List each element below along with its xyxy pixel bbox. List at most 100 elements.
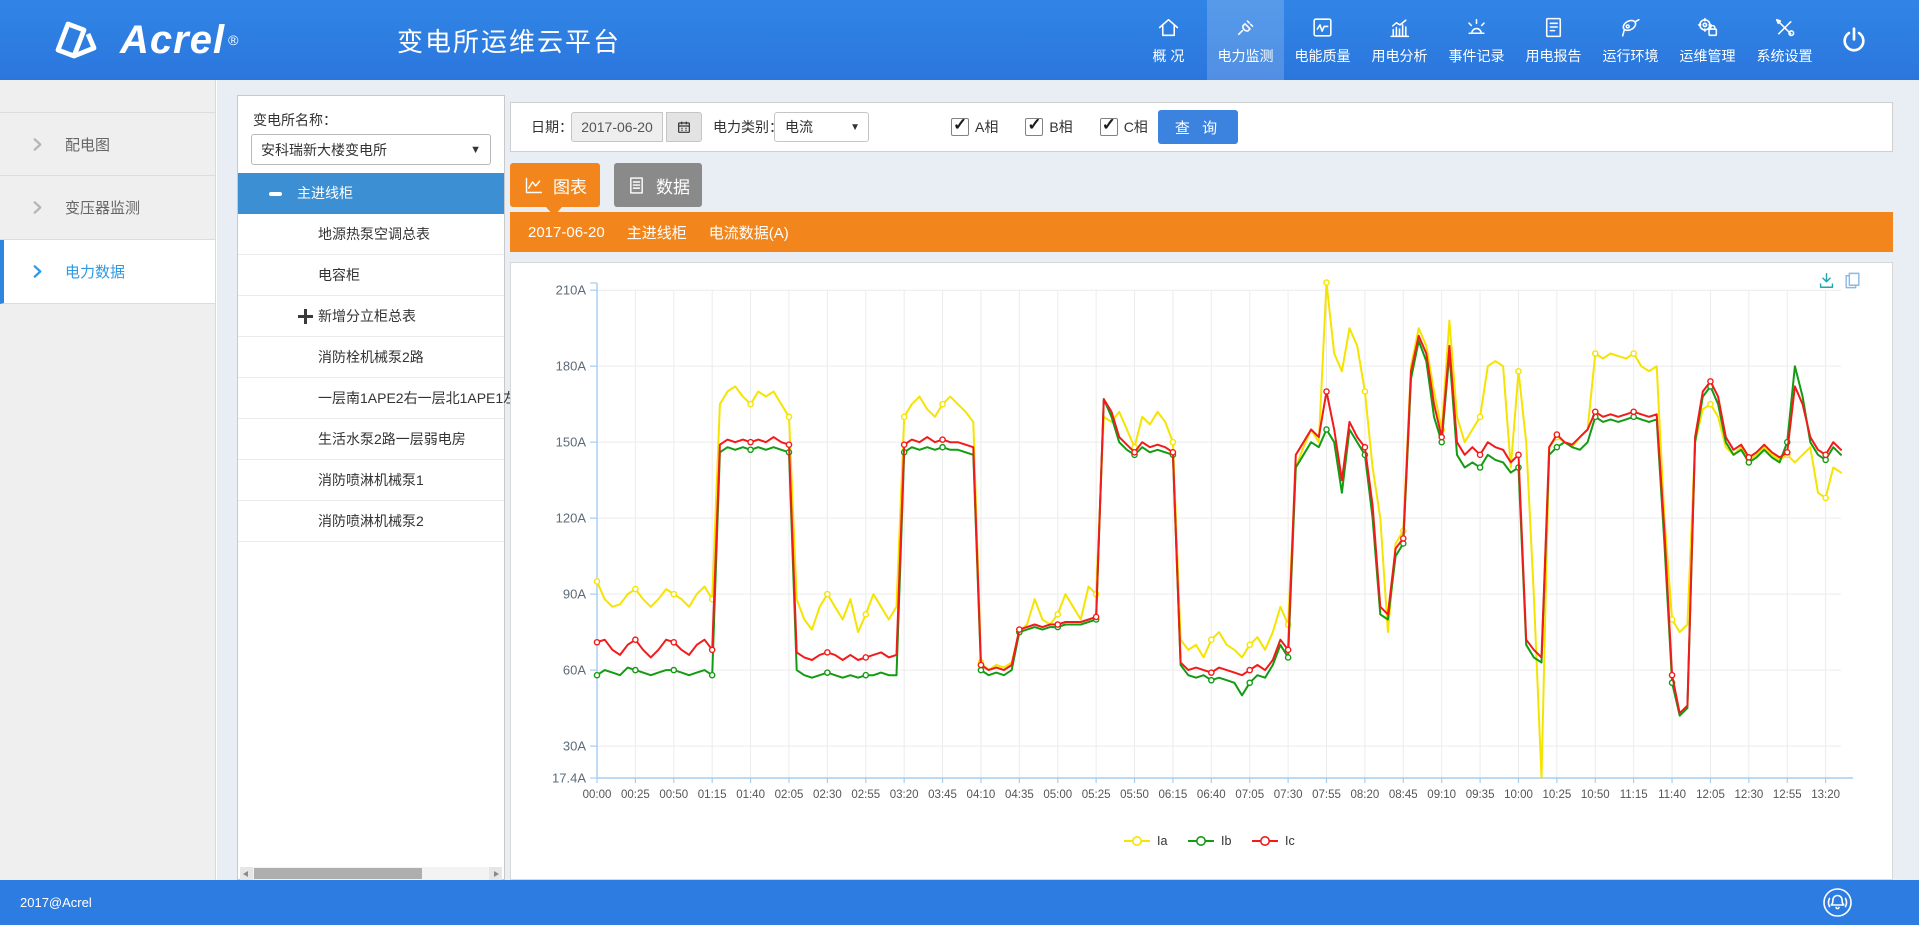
svg-text:01:15: 01:15 bbox=[698, 789, 727, 801]
current-line-chart: 17.4A30A60A90A120A150A180A210A00:0000:25… bbox=[511, 263, 1894, 881]
tree-node-2[interactable]: 地源热泵空调总表 bbox=[238, 214, 504, 255]
copyright-text: 2017@Acrel bbox=[20, 880, 92, 925]
tree-node-8[interactable]: 消防喷淋机械泵1 bbox=[238, 460, 504, 501]
nav-item-7[interactable]: 运行环境 bbox=[1592, 0, 1669, 80]
svg-text:13:20: 13:20 bbox=[1811, 789, 1840, 801]
chart-panel: 17.4A30A60A90A120A150A180A210A00:0000:25… bbox=[510, 262, 1893, 880]
sidebar-item-2[interactable]: 变压器监测 bbox=[0, 176, 215, 240]
tree-node-1[interactable]: 主进线柜 bbox=[238, 173, 504, 214]
settings-icon bbox=[1772, 15, 1797, 40]
nav-item-5[interactable]: 事件记录 bbox=[1438, 0, 1515, 80]
phase-option-C相[interactable]: ✓C相 bbox=[1100, 117, 1148, 137]
logo-registered-mark: ® bbox=[228, 32, 238, 48]
query-button[interactable]: 查 询 bbox=[1158, 110, 1238, 144]
svg-text:02:05: 02:05 bbox=[775, 789, 804, 801]
app-window: Acrel® 变电所运维云平台 概 况电力监测电能质量用电分析事件记录用电报告运… bbox=[0, 0, 1919, 951]
tree-node-label: 新增分立柜总表 bbox=[318, 306, 416, 326]
nav-item-6[interactable]: 用电报告 bbox=[1515, 0, 1592, 80]
nav-item-9[interactable]: 系统设置 bbox=[1746, 0, 1823, 80]
report-icon bbox=[1541, 15, 1566, 40]
phase-option-A相[interactable]: ✓A相 bbox=[951, 117, 998, 137]
svg-text:09:35: 09:35 bbox=[1466, 789, 1495, 801]
footer: 2017@Acrel bbox=[0, 880, 1919, 925]
svg-text:02:55: 02:55 bbox=[851, 789, 880, 801]
chevron-right-icon bbox=[30, 137, 45, 152]
svg-text:00:50: 00:50 bbox=[659, 789, 688, 801]
nav-item-label: 电能质量 bbox=[1295, 46, 1351, 66]
scroll-left-arrow-icon[interactable] bbox=[240, 867, 253, 880]
svg-text:120A: 120A bbox=[556, 511, 587, 526]
nav-item-8[interactable]: 运维管理 bbox=[1669, 0, 1746, 80]
tree-node-9[interactable]: 消防喷淋机械泵2 bbox=[238, 501, 504, 542]
tree-horizontal-scrollbar[interactable] bbox=[240, 867, 502, 880]
expand-plus-icon[interactable] bbox=[298, 309, 313, 324]
nav-item-label: 概 况 bbox=[1153, 46, 1185, 66]
svg-text:30A: 30A bbox=[563, 739, 586, 754]
nav-item-2[interactable]: 电力监测 bbox=[1207, 0, 1284, 80]
tree-node-label: 一层南1APE2右一层北1APE1左 bbox=[318, 388, 517, 408]
nav-item-label: 用电分析 bbox=[1372, 46, 1428, 66]
phase-option-B相[interactable]: ✓B相 bbox=[1025, 117, 1072, 137]
logo-text: Acrel bbox=[120, 18, 225, 63]
brand-logo: Acrel® bbox=[50, 0, 238, 80]
svg-text:12:30: 12:30 bbox=[1734, 789, 1763, 801]
environment-icon bbox=[1618, 15, 1643, 40]
tree-node-3[interactable]: 电容柜 bbox=[238, 255, 504, 296]
calendar-button[interactable] bbox=[666, 112, 702, 142]
svg-text:10:25: 10:25 bbox=[1542, 789, 1571, 801]
svg-text:12:05: 12:05 bbox=[1696, 789, 1725, 801]
chart-legend[interactable]: Ia Ib Ic bbox=[1124, 834, 1295, 848]
svg-text:17.4A: 17.4A bbox=[552, 771, 586, 786]
tree-node-5[interactable]: 消防栓机械泵2路 bbox=[238, 337, 504, 378]
svg-text:06:15: 06:15 bbox=[1159, 789, 1188, 801]
tab-data[interactable]: 数据 bbox=[614, 163, 702, 207]
power-type-label: 电力类别： bbox=[713, 103, 783, 151]
tree-node-4[interactable]: 新增分立柜总表 bbox=[238, 296, 504, 337]
main-nav: 概 况 电力监测电能质量 用电分析事件记录用电报告运行环境运维管理系统设置 bbox=[1130, 0, 1823, 80]
checkbox-checked-icon[interactable]: ✓ bbox=[1025, 118, 1043, 136]
nav-item-3[interactable]: 电能质量 bbox=[1284, 0, 1361, 80]
tree-node-6[interactable]: 一层南1APE2右一层北1APE1左 bbox=[238, 378, 504, 419]
station-select[interactable]: 安科瑞新大楼变电所 ▼ bbox=[251, 134, 491, 165]
collapse-minus-icon[interactable] bbox=[269, 192, 282, 196]
sidebar-item-1[interactable]: 配电图 bbox=[0, 112, 215, 176]
checkbox-checked-icon[interactable]: ✓ bbox=[1100, 118, 1118, 136]
acrel-logo-icon bbox=[50, 18, 102, 62]
scrollbar-thumb[interactable] bbox=[254, 868, 422, 879]
svg-text:04:10: 04:10 bbox=[967, 789, 996, 801]
power-type-select[interactable]: 电流 ▼ bbox=[774, 112, 869, 142]
svg-text:Ib: Ib bbox=[1221, 834, 1231, 848]
svg-text:10:50: 10:50 bbox=[1581, 789, 1610, 801]
tree-node-label: 主进线柜 bbox=[297, 183, 353, 203]
chevron-right-icon bbox=[30, 200, 45, 215]
nav-item-label: 运维管理 bbox=[1680, 46, 1736, 66]
tree-node-7[interactable]: 生活水泵2路一层弱电房 bbox=[238, 419, 504, 460]
notification-bell-icon[interactable] bbox=[1820, 885, 1855, 920]
svg-text:12:55: 12:55 bbox=[1773, 789, 1802, 801]
svg-text:06:40: 06:40 bbox=[1197, 789, 1226, 801]
svg-text:11:40: 11:40 bbox=[1658, 789, 1686, 801]
download-icon[interactable] bbox=[1817, 271, 1836, 290]
checkbox-checked-icon[interactable]: ✓ bbox=[951, 118, 969, 136]
sidebar-item-3[interactable]: 电力数据 bbox=[0, 240, 215, 304]
tab-chart[interactable]: 图表 bbox=[510, 163, 600, 207]
device-tree: 主进线柜地源热泵空调总表电容柜新增分立柜总表消防栓机械泵2路一层南1APE2右一… bbox=[238, 173, 504, 542]
svg-text:180A: 180A bbox=[556, 359, 587, 374]
data-view-icon[interactable] bbox=[1843, 271, 1862, 290]
svg-text:Ic: Ic bbox=[1285, 834, 1295, 848]
power-icon[interactable] bbox=[1838, 24, 1872, 58]
scroll-right-arrow-icon[interactable] bbox=[489, 867, 502, 880]
svg-text:90A: 90A bbox=[563, 587, 586, 602]
svg-text:10:00: 10:00 bbox=[1504, 789, 1533, 801]
page-title: 变电所运维云平台 bbox=[397, 0, 621, 80]
tree-node-label: 生活水泵2路一层弱电房 bbox=[318, 429, 466, 449]
svg-text:03:20: 03:20 bbox=[890, 789, 919, 801]
power-type-value: 电流 bbox=[785, 117, 813, 137]
svg-text:Ia: Ia bbox=[1157, 834, 1167, 848]
date-input[interactable]: 2017-06-20 bbox=[571, 112, 663, 142]
tree-node-label: 地源热泵空调总表 bbox=[318, 224, 430, 244]
nav-item-1[interactable]: 概 况 bbox=[1130, 0, 1207, 80]
result-date: 2017-06-20 bbox=[528, 224, 605, 241]
nav-item-4[interactable]: 用电分析 bbox=[1361, 0, 1438, 80]
plug-icon bbox=[1233, 15, 1258, 40]
